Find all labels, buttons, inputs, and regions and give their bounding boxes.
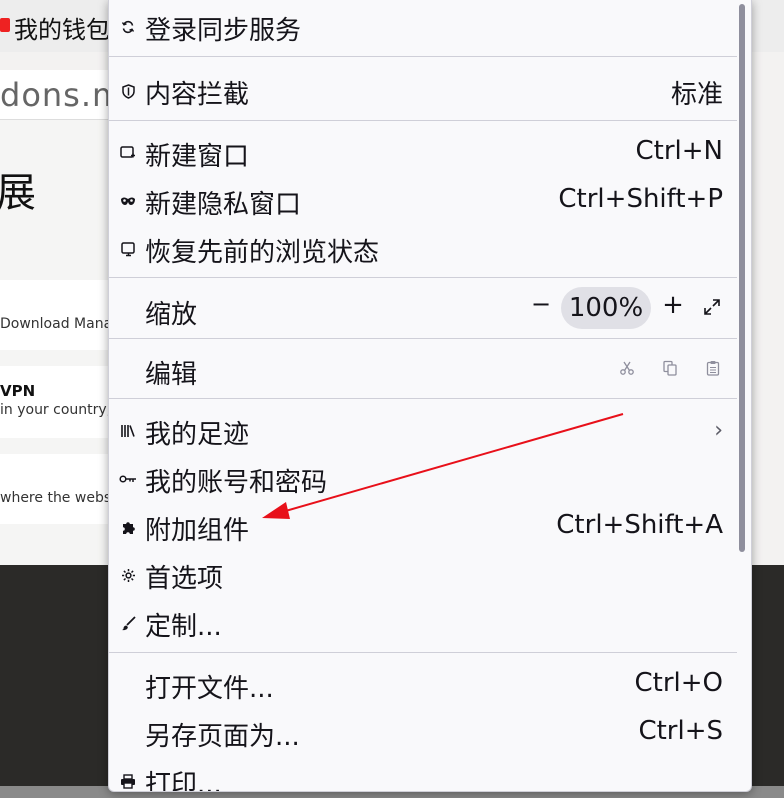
page-heading: 展 bbox=[0, 170, 36, 216]
menu-item-label: 新建窗口 bbox=[145, 142, 250, 172]
menu-item-new-window[interactable]: 新建窗口 Ctrl+N bbox=[109, 128, 737, 176]
app-menu-panel: 登录同步服务 内容拦截 标准 新建窗口 Ctrl+N 新建隐私窗口 Ctrl+S… bbox=[108, 0, 752, 792]
menu-item-library[interactable]: 我的足迹 › bbox=[109, 406, 737, 454]
menu-item-label: 打开文件... bbox=[145, 674, 274, 704]
page-content: 展 Download Manag VPN in your country, wh… bbox=[0, 120, 122, 565]
menu-item-label: 恢复先前的浏览状态 bbox=[145, 238, 380, 268]
menu-item-label: 内容拦截 bbox=[145, 80, 250, 110]
menu-item-addons[interactable]: 附加组件 Ctrl+Shift+A bbox=[109, 502, 737, 550]
menu-item-content-blocking[interactable]: 内容拦截 标准 bbox=[109, 66, 737, 114]
menu-item-sync[interactable]: 登录同步服务 bbox=[109, 2, 737, 50]
paste-icon[interactable] bbox=[705, 360, 721, 378]
printer-icon bbox=[119, 772, 137, 790]
url-bar[interactable]: dons.m bbox=[0, 70, 123, 120]
zoom-reset-button[interactable]: 100% bbox=[561, 287, 651, 329]
chevron-right-icon: › bbox=[714, 418, 723, 443]
menu-item-private-window[interactable]: 新建隐私窗口 Ctrl+Shift+P bbox=[109, 176, 737, 224]
url-text: dons.m bbox=[0, 76, 125, 114]
shield-icon bbox=[119, 82, 137, 100]
menu-item-label: 登录同步服务 bbox=[145, 16, 302, 46]
card-title: VPN bbox=[0, 382, 36, 400]
menu-separator bbox=[109, 56, 737, 57]
menu-item-label: 首选项 bbox=[145, 564, 224, 594]
private-mask-icon bbox=[119, 192, 137, 210]
copy-icon[interactable] bbox=[662, 360, 678, 378]
menu-item-preferences[interactable]: 首选项 bbox=[109, 550, 737, 598]
menu-item-label: 新建隐私窗口 bbox=[145, 190, 302, 220]
menu-row-edit: 编辑 bbox=[109, 346, 737, 392]
keyboard-shortcut: Ctrl+N bbox=[635, 136, 724, 166]
card-description: Download Manag bbox=[0, 316, 122, 332]
menu-item-logins[interactable]: 我的账号和密码 bbox=[109, 454, 737, 502]
restore-session-icon bbox=[119, 240, 137, 258]
addon-card[interactable]: VPN in your country, bbox=[0, 366, 120, 438]
menu-item-label: 附加组件 bbox=[145, 516, 250, 546]
zoom-in-button[interactable]: + bbox=[661, 290, 685, 320]
menu-separator bbox=[109, 652, 737, 653]
content-blocking-level: 标准 bbox=[670, 80, 723, 110]
menu-separator bbox=[109, 338, 737, 339]
menu-item-label: 定制... bbox=[145, 612, 222, 642]
card-description: in your country, bbox=[0, 402, 112, 418]
menu-item-save-page[interactable]: 另存页面为... Ctrl+S bbox=[109, 708, 737, 756]
menu-item-open-file[interactable]: 打开文件... Ctrl+O bbox=[109, 660, 737, 708]
menu-item-label: 打印... bbox=[145, 770, 222, 792]
menu-item-restore-session[interactable]: 恢复先前的浏览状态 bbox=[109, 224, 737, 272]
menu-separator bbox=[109, 398, 737, 399]
menu-item-label: 我的足迹 bbox=[145, 420, 250, 450]
addon-card[interactable]: where the websit bbox=[0, 454, 121, 524]
key-icon bbox=[119, 470, 137, 488]
fullscreen-icon[interactable] bbox=[703, 298, 721, 316]
zoom-label: 缩放 bbox=[145, 300, 198, 330]
puzzle-icon bbox=[119, 518, 137, 536]
tab-favicon-icon bbox=[0, 18, 10, 32]
menu-item-label: 我的账号和密码 bbox=[145, 468, 328, 498]
zoom-out-button[interactable]: − bbox=[529, 290, 553, 318]
keyboard-shortcut: Ctrl+O bbox=[634, 668, 723, 698]
sync-icon bbox=[119, 18, 137, 36]
new-window-icon bbox=[119, 144, 137, 162]
menu-item-customize[interactable]: 定制... bbox=[109, 598, 737, 646]
keyboard-shortcut: Ctrl+Shift+A bbox=[556, 510, 723, 540]
edit-label: 编辑 bbox=[145, 360, 198, 390]
addon-card[interactable]: Download Manag bbox=[0, 280, 122, 350]
menu-item-label: 另存页面为... bbox=[145, 722, 300, 752]
menu-item-print[interactable]: 打印... bbox=[109, 756, 737, 792]
cut-icon[interactable] bbox=[619, 360, 635, 378]
keyboard-shortcut: Ctrl+Shift+P bbox=[558, 184, 723, 214]
menu-scrollbar[interactable] bbox=[739, 4, 745, 552]
tab-title[interactable]: 我的钱包 bbox=[14, 10, 110, 45]
gear-icon bbox=[119, 566, 137, 584]
library-icon bbox=[119, 422, 137, 440]
menu-separator bbox=[109, 120, 737, 121]
paintbrush-icon bbox=[119, 614, 137, 632]
keyboard-shortcut: Ctrl+S bbox=[638, 716, 723, 746]
menu-separator bbox=[109, 277, 737, 278]
card-description: where the websit bbox=[0, 490, 121, 506]
